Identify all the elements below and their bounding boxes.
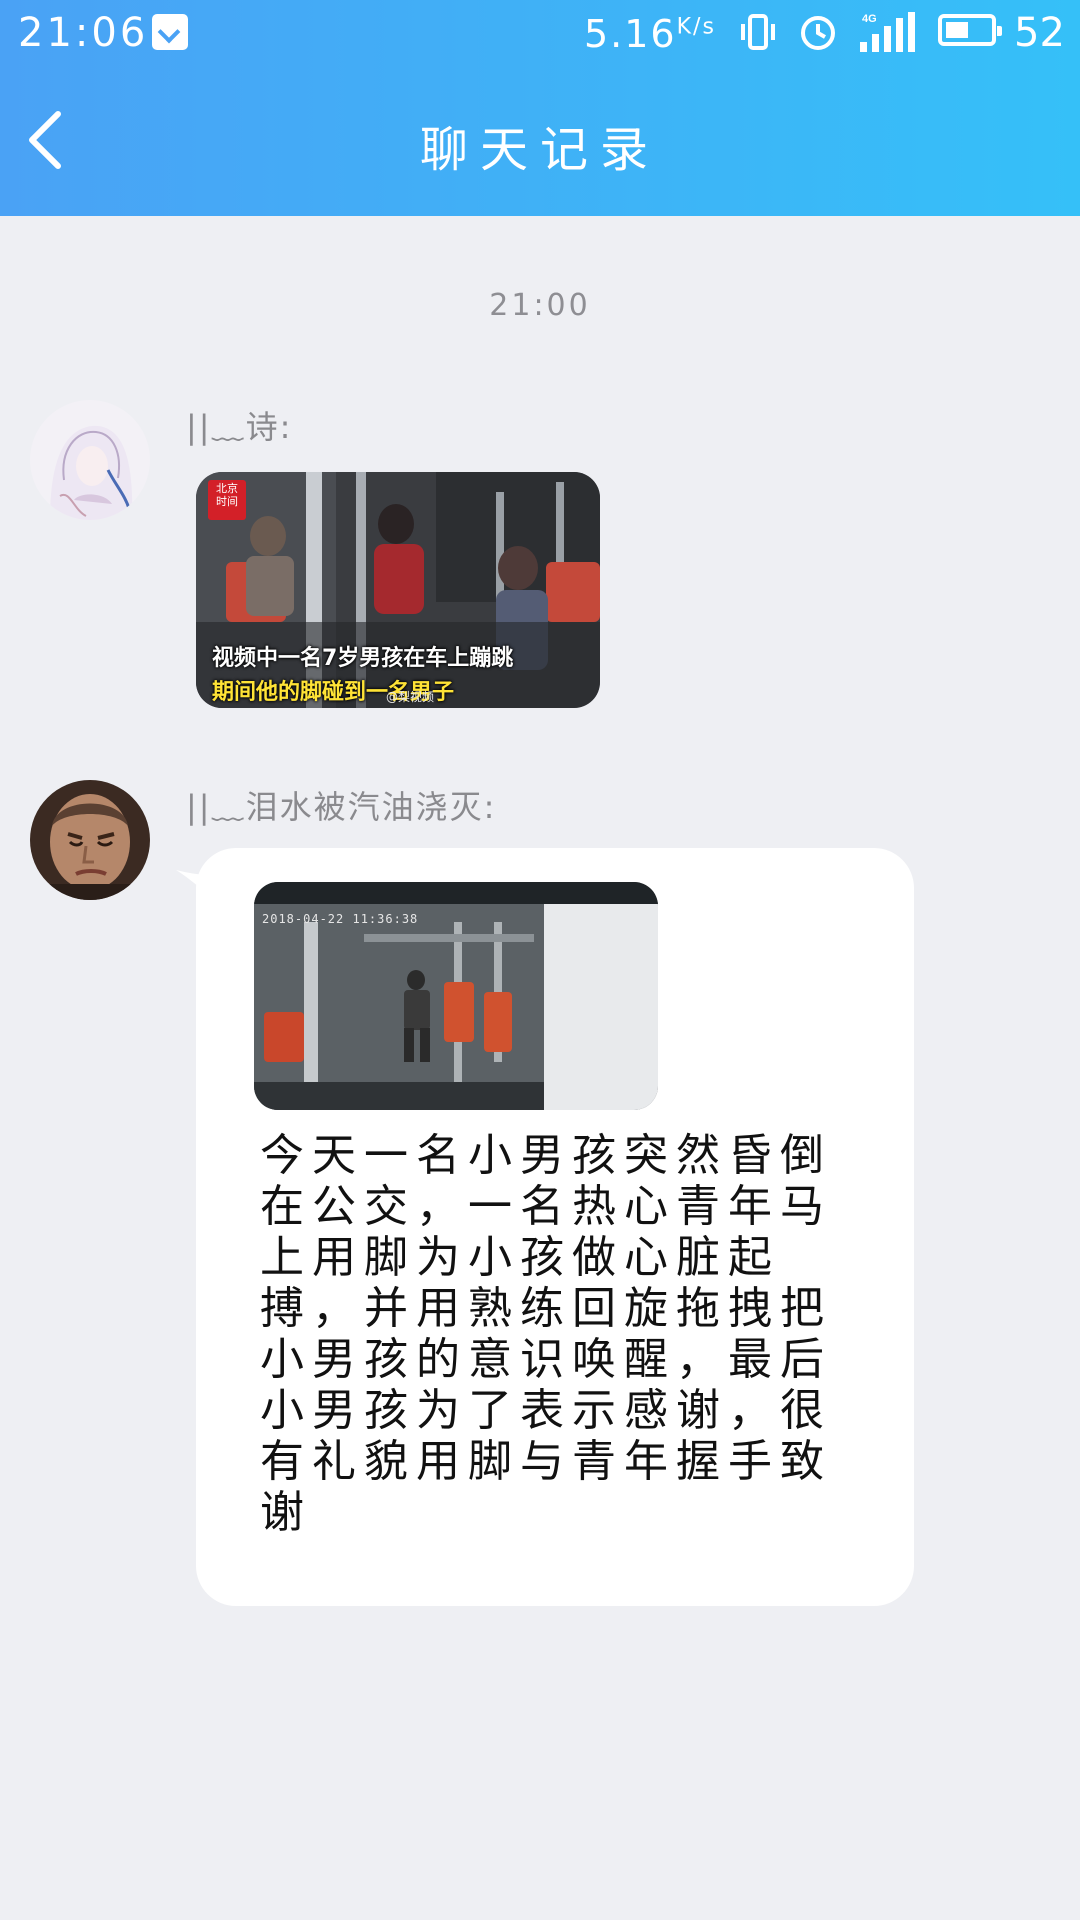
status-time: 21:06 <box>18 10 149 56</box>
image-message[interactable]: 2018-04-22 11:36:38 <box>254 882 658 1110</box>
network-type-label: 4G <box>862 13 877 25</box>
signal-icon: 4G <box>860 12 915 52</box>
nav-header: 聊天记录 <box>0 70 1080 216</box>
network-speed: 5.16K/s <box>584 12 716 56</box>
chat-timestamp: 21:00 <box>489 288 591 323</box>
sender-name: ||﹏诗: <box>186 408 293 446</box>
news-logo-line1: 北京 <box>216 482 238 495</box>
bus-video-thumbnail <box>196 472 600 708</box>
news-logo-line2: 时间 <box>216 495 238 508</box>
image-watermark: @梨视频 <box>386 690 435 704</box>
avatar[interactable] <box>30 780 150 900</box>
network-speed-unit: K/s <box>676 14 716 40</box>
alarm-icon <box>801 16 835 50</box>
avatar[interactable] <box>30 400 150 520</box>
news-logo-badge: 北京 时间 <box>208 480 246 520</box>
notification-app-icon <box>152 14 188 50</box>
message-text: 今天一名小男孩突然昏倒在公交，一名热心青年马上用脚为小孩做心脏起搏，并用熟练回旋… <box>260 1130 832 1538</box>
message-bubble[interactable]: 2018-04-22 11:36:38 今天一名小男孩突然昏倒在公交，一名热心青… <box>196 848 914 1606</box>
sender-name: ||﹏泪水被汽油浇灭: <box>186 788 497 826</box>
illustrated-girl-avatar-icon <box>30 400 150 520</box>
battery-fill <box>946 22 968 38</box>
status-bar: 21:06 5.16K/s 4G 52 <box>0 0 1080 70</box>
image-caption-line1: 视频中一名7岁男孩在车上蹦跳 <box>212 646 514 671</box>
cctv-timestamp: 2018-04-22 11:36:38 <box>262 912 419 926</box>
man-photo-avatar-icon <box>30 780 150 900</box>
image-message[interactable]: 北京 时间 视频中一名7岁男孩在车上蹦跳 期间他的脚碰到一名男子 @梨视频 <box>196 472 600 708</box>
page-title: 聊天记录 <box>419 122 660 178</box>
vibrate-icon <box>741 14 775 50</box>
network-speed-value: 5.16 <box>584 12 677 56</box>
battery-icon <box>938 14 1002 46</box>
chat-history-screen: 21:06 5.16K/s 4G 52 聊天记录 21:00 ||﹏诗: 北京 … <box>0 0 1080 1920</box>
battery-percent: 52 <box>1014 10 1065 56</box>
top-bar: 21:06 5.16K/s 4G 52 聊天记录 <box>0 0 1080 216</box>
